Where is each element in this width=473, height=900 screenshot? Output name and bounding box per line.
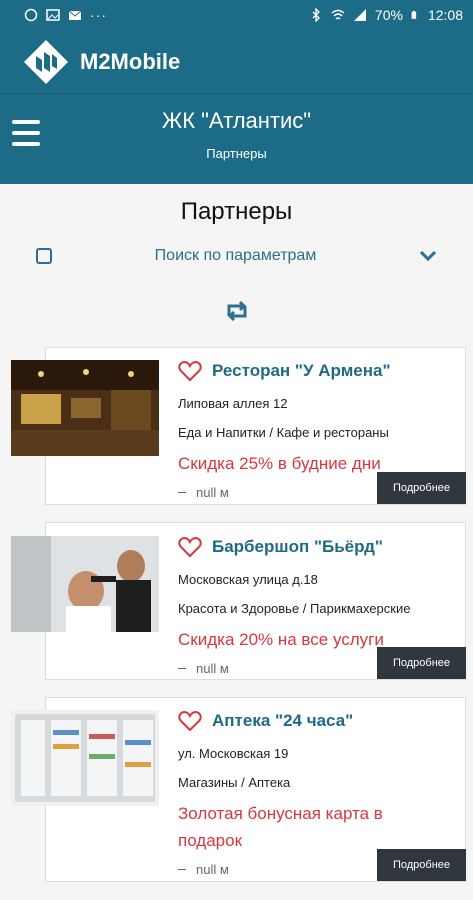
heart-icon[interactable]	[178, 360, 202, 382]
gallery-icon	[46, 9, 60, 21]
details-button[interactable]: Подробнее	[377, 472, 466, 504]
partner-address: Липовая аллея 12	[178, 396, 288, 411]
partner-address: ул. Московская 19	[178, 746, 289, 761]
heart-icon[interactable]	[178, 536, 202, 558]
status-bar: ··· 70% 12:08	[0, 0, 473, 30]
distance-value: null м	[196, 661, 229, 676]
partner-address: Московская улица д.18	[178, 572, 318, 587]
bluetooth-icon	[312, 8, 320, 22]
header-title: ЖК "Атлантис"	[161, 107, 312, 133]
details-button[interactable]: Подробнее	[377, 647, 466, 679]
refresh-icon[interactable]	[223, 300, 251, 322]
more-dots-icon: ···	[90, 7, 107, 23]
partner-title[interactable]: Ресторан "У Армена"	[212, 361, 391, 381]
wifi-icon	[331, 9, 345, 20]
search-checkbox[interactable]	[36, 248, 52, 264]
battery-icon	[411, 10, 417, 19]
barbershop-photo	[11, 536, 159, 632]
distance-value: null м	[196, 485, 229, 500]
partner-title[interactable]: Аптека "24 часа"	[212, 711, 353, 731]
partner-category: Еда и Напитки / Кафе и рестораны	[178, 425, 389, 440]
whatsapp-icon	[24, 8, 38, 22]
partner-category: Красота и Здоровье / Парикмахерские	[178, 601, 411, 616]
menu-icon[interactable]	[12, 120, 40, 146]
battery-percent: 70%	[374, 7, 403, 23]
clock: 12:08	[427, 7, 463, 23]
search-filter-row[interactable]: Поиск по параметрам	[0, 236, 473, 276]
app-bar: M2Mobile	[0, 30, 473, 94]
signal-icon	[353, 9, 366, 21]
pharmacy-photo	[11, 710, 159, 806]
app-name: M2Mobile	[80, 48, 181, 74]
email-icon	[68, 10, 82, 20]
partner-promo: Золотая бонусная карта в подарок	[178, 804, 383, 850]
details-button[interactable]: Подробнее	[377, 849, 466, 881]
distance-value: null м	[196, 862, 229, 877]
chevron-down-icon[interactable]	[419, 250, 437, 262]
app-logo-icon	[24, 39, 68, 84]
restaurant-photo	[11, 360, 159, 456]
header-subtitle: Партнеры	[206, 145, 267, 161]
page-title: Партнеры	[180, 198, 293, 225]
partner-category: Магазины / Аптека	[178, 775, 291, 790]
search-by-parameters-label[interactable]: Поиск по параметрам	[52, 247, 419, 265]
partner-title[interactable]: Барбершоп "Бьёрд"	[212, 537, 383, 557]
page-header: ЖК "Атлантис" Партнеры	[0, 94, 473, 184]
heart-icon[interactable]	[178, 710, 202, 732]
